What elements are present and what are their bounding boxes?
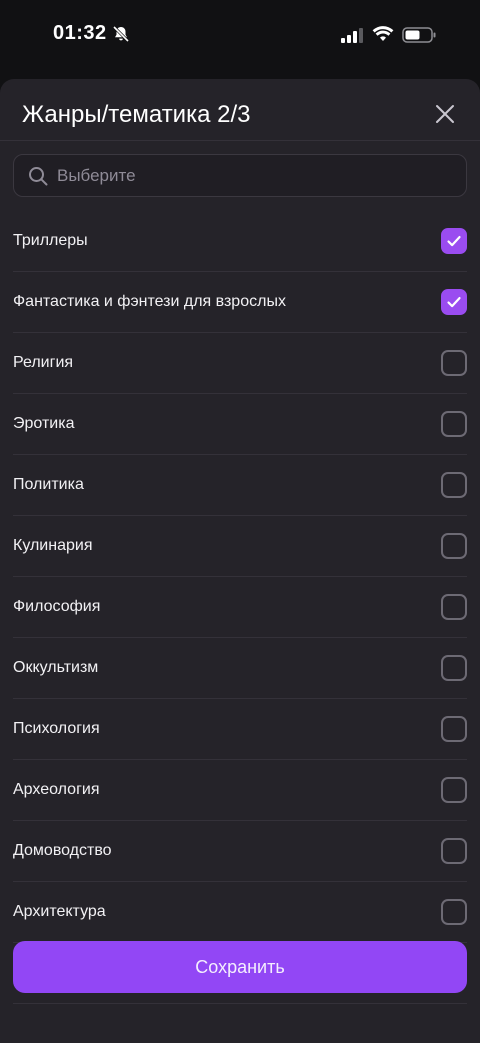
genre-checkbox[interactable] bbox=[441, 533, 467, 559]
genre-label: Оккультизм bbox=[13, 659, 99, 676]
genre-bottom-sheet: Жанры/тематика 2/3 Триллеры Фантастика и … bbox=[0, 79, 480, 1043]
genre-row[interactable]: Триллеры bbox=[13, 211, 467, 272]
genre-label: Кулинария bbox=[13, 537, 93, 554]
genre-label: Триллеры bbox=[13, 232, 88, 249]
close-icon bbox=[436, 105, 454, 123]
genre-row[interactable]: Домоводство bbox=[13, 821, 467, 882]
genre-row[interactable]: Архитектура bbox=[13, 882, 467, 943]
battery-icon bbox=[402, 27, 436, 43]
genre-label: Политика bbox=[13, 476, 84, 493]
sheet-header: Жанры/тематика 2/3 bbox=[0, 79, 480, 141]
genre-row[interactable]: Религия bbox=[13, 333, 467, 394]
genre-label: Домоводство bbox=[13, 842, 112, 859]
genre-label: Философия bbox=[13, 598, 101, 615]
genre-checkbox[interactable] bbox=[441, 594, 467, 620]
bell-muted-icon bbox=[112, 25, 130, 43]
genre-checkbox[interactable] bbox=[441, 472, 467, 498]
genre-label: Психология bbox=[13, 720, 100, 737]
genre-row[interactable]: Психология bbox=[13, 699, 467, 760]
genre-checkbox[interactable] bbox=[441, 716, 467, 742]
check-icon bbox=[447, 297, 461, 308]
genre-checkbox[interactable] bbox=[441, 777, 467, 803]
genre-label: Археология bbox=[13, 781, 100, 798]
genre-row[interactable]: Политика bbox=[13, 455, 467, 516]
genre-checkbox-checked[interactable] bbox=[441, 289, 467, 315]
genre-checkbox[interactable] bbox=[441, 411, 467, 437]
genre-checkbox[interactable] bbox=[441, 838, 467, 864]
genre-label: Архитектура bbox=[13, 903, 106, 920]
search-input[interactable] bbox=[57, 155, 457, 196]
genre-label: Эротика bbox=[13, 415, 75, 432]
genre-checkbox[interactable] bbox=[441, 899, 467, 925]
genre-label: Фантастика и фэнтези для взрослых bbox=[13, 293, 286, 310]
genre-row[interactable]: Фантастика и фэнтези для взрослых bbox=[13, 272, 467, 333]
wifi-icon bbox=[372, 26, 394, 41]
genre-row[interactable]: Оккультизм bbox=[13, 638, 467, 699]
signal-icon bbox=[341, 28, 363, 43]
genre-row[interactable]: Археология bbox=[13, 760, 467, 821]
status-bar: 01:32 bbox=[0, 0, 480, 72]
genre-checkbox-checked[interactable] bbox=[441, 228, 467, 254]
genre-checkbox[interactable] bbox=[441, 655, 467, 681]
genre-list: Триллеры Фантастика и фэнтези для взрослы… bbox=[0, 211, 480, 1004]
genre-row[interactable]: Эротика bbox=[13, 394, 467, 455]
genre-row[interactable]: Кулинария bbox=[13, 516, 467, 577]
close-button[interactable] bbox=[430, 99, 460, 129]
sheet-title: Жанры/тематика 2/3 bbox=[22, 101, 251, 128]
genre-checkbox[interactable] bbox=[441, 350, 467, 376]
status-time: 01:32 bbox=[53, 22, 107, 44]
check-icon bbox=[447, 236, 461, 247]
genre-label: Религия bbox=[13, 354, 74, 371]
genre-row[interactable]: Философия bbox=[13, 577, 467, 638]
search-box[interactable] bbox=[13, 154, 467, 197]
save-button[interactable]: Сохранить bbox=[13, 941, 467, 993]
search-icon bbox=[29, 167, 48, 186]
